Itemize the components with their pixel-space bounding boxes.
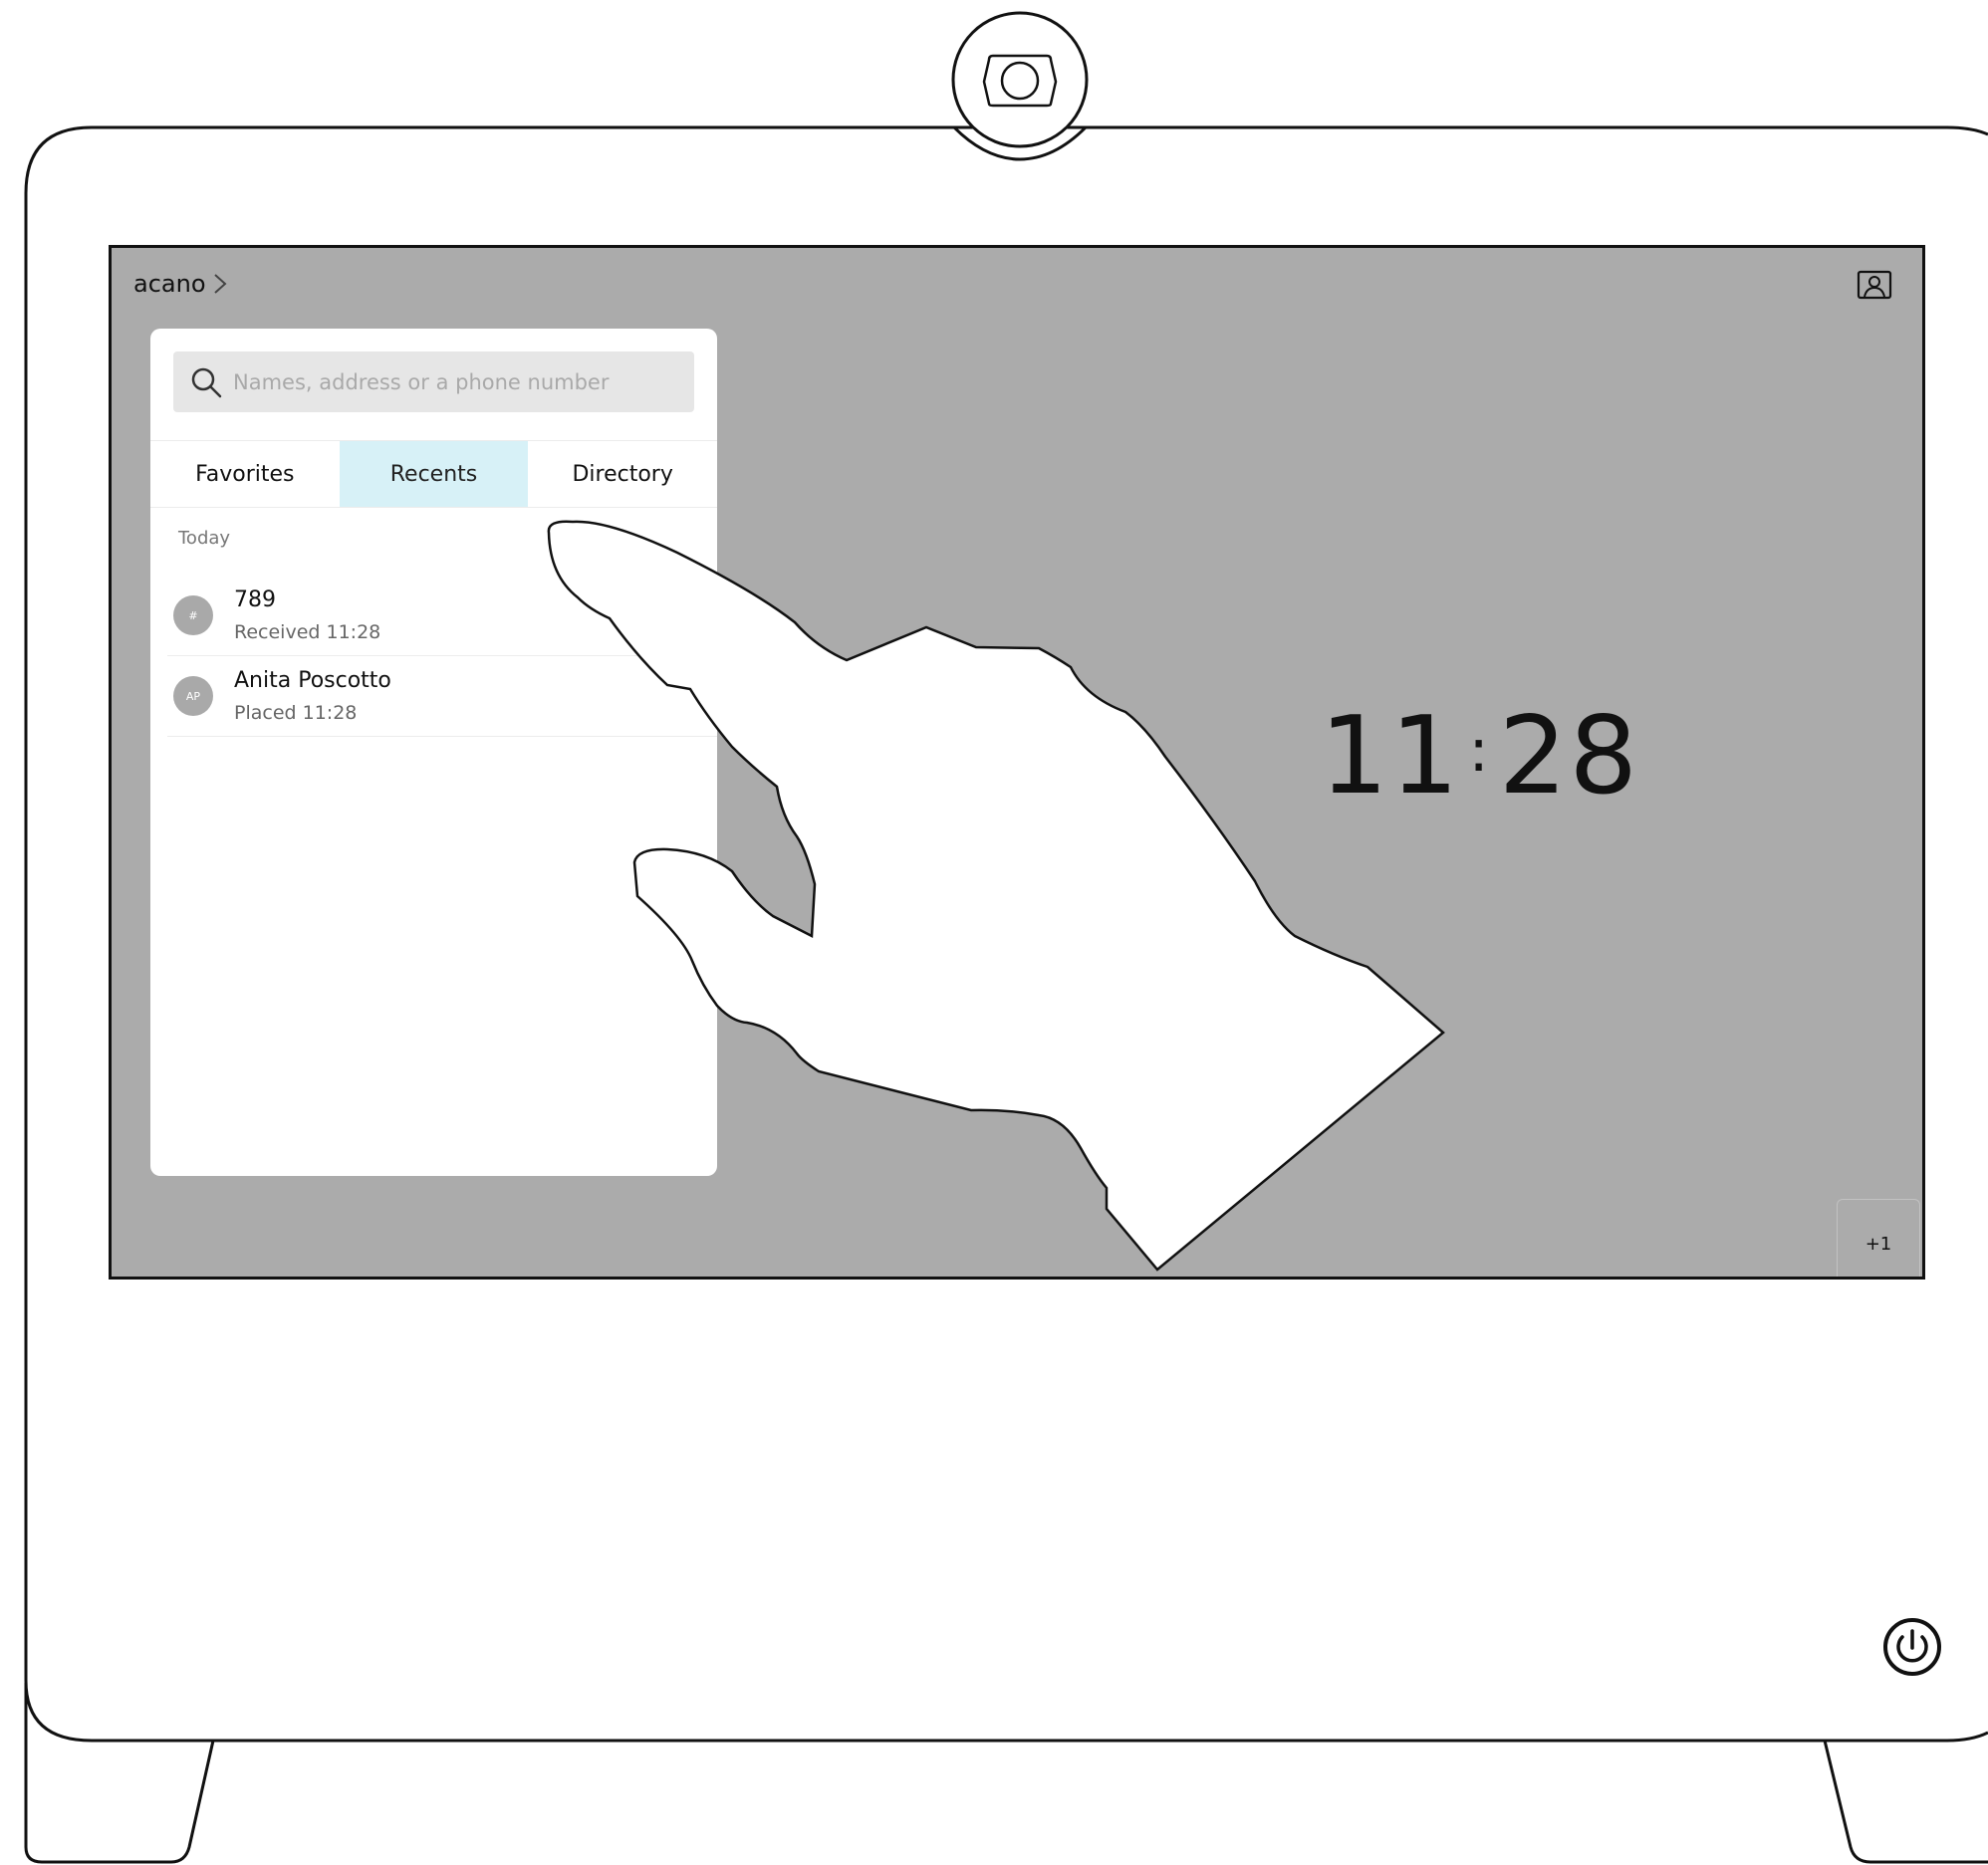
device-name-link[interactable]: acano <box>133 270 228 298</box>
contact-name: Anita Poscotto <box>234 668 391 693</box>
clock-minutes: 28 <box>1498 694 1640 818</box>
search-input[interactable] <box>231 368 673 395</box>
tab-favorites[interactable]: Favorites <box>150 441 340 507</box>
clock-separator: : <box>1468 716 1491 786</box>
clock: 11:28 <box>1320 694 1639 818</box>
avatar: AP <box>173 676 213 716</box>
touch-screen: acano Favorites Recents Directory Today … <box>109 245 1925 1280</box>
section-label: Today <box>178 528 231 549</box>
tab-bar: Favorites Recents Directory <box>150 440 717 508</box>
search-field[interactable] <box>173 351 694 412</box>
contact-name: 789 <box>234 587 276 612</box>
power-icon[interactable] <box>1882 1617 1942 1677</box>
clock-hours: 11 <box>1320 694 1461 818</box>
chevron-right-icon <box>213 274 227 294</box>
selfview-icon[interactable] <box>1857 270 1892 300</box>
avatar: # <box>173 595 213 635</box>
participants-badge[interactable]: +1 <box>1837 1199 1920 1277</box>
call-panel: Favorites Recents Directory Today # 789 … <box>150 329 717 1176</box>
device-name-label: acano <box>133 270 206 298</box>
list-item[interactable]: AP Anita Poscotto Placed 11:28 <box>167 656 717 737</box>
call-detail: Received 11:28 <box>234 621 381 643</box>
camera-icon <box>982 54 1058 108</box>
tab-recents[interactable]: Recents <box>339 441 529 507</box>
tab-directory[interactable]: Directory <box>528 441 717 507</box>
list-item[interactable]: # 789 Received 11:28 <box>167 576 717 656</box>
call-detail: Placed 11:28 <box>234 702 358 724</box>
search-icon <box>191 367 222 397</box>
